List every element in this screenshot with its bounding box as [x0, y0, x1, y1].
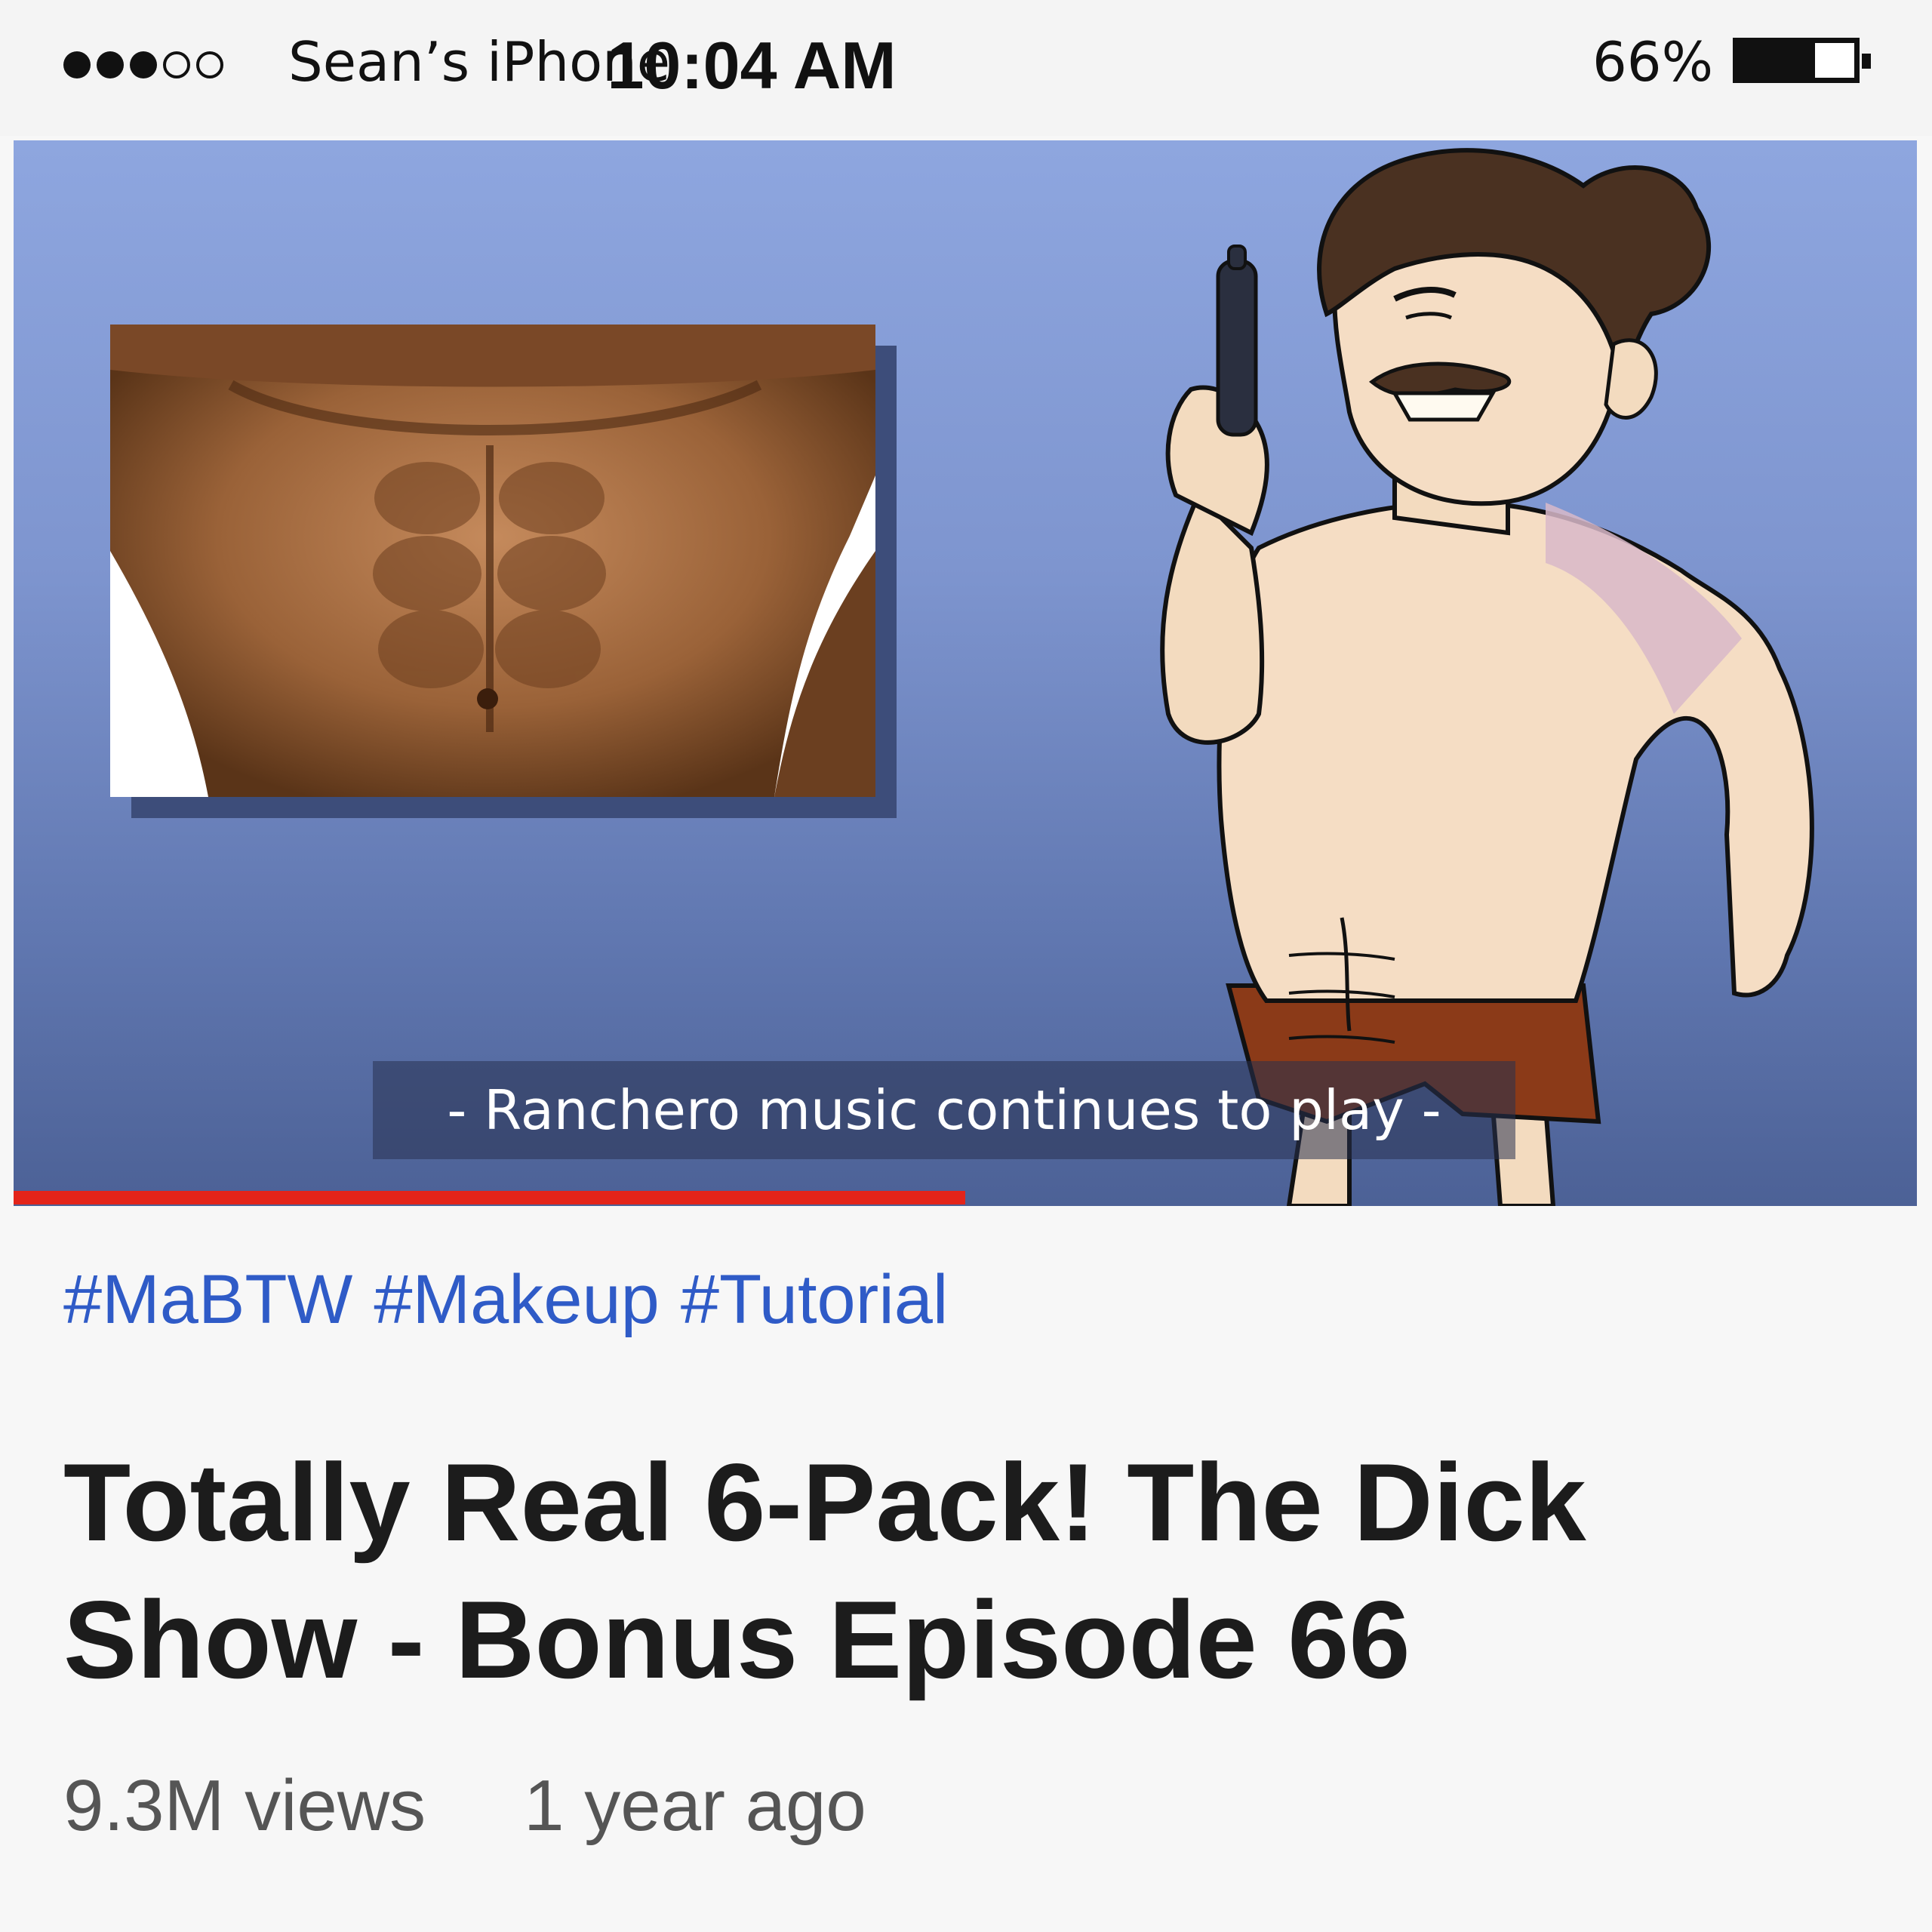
view-count: 9.3M views — [63, 1765, 426, 1846]
cartoon-character-illustration — [1160, 148, 1814, 1206]
video-progress-fill — [14, 1191, 965, 1204]
battery-percentage: 66% — [1592, 30, 1713, 94]
hashtag-list: #MaBTW #Makeup #Tutorial — [63, 1260, 948, 1340]
video-meta: 9.3M views 1 year ago — [63, 1764, 866, 1847]
hashtag-mabtw[interactable]: #MaBTW — [63, 1260, 352, 1340]
video-progress-bar[interactable] — [14, 1191, 1917, 1204]
video-caption: - Ranchero music continues to play - — [373, 1061, 1515, 1159]
hashtag-tutorial[interactable]: #Tutorial — [681, 1260, 949, 1340]
battery-level — [1738, 43, 1815, 78]
abs-photo-inset — [110, 325, 875, 797]
video-title: Totally Real 6-Pack! The Dick Show - Bon… — [63, 1441, 1586, 1701]
status-bar: Sean’s iPhone 10:04 AM 66% — [0, 0, 1932, 136]
hashtag-makeup[interactable]: #Makeup — [374, 1260, 659, 1340]
battery-icon — [1733, 38, 1871, 83]
upload-age: 1 year ago — [524, 1765, 866, 1846]
battery-tip — [1862, 54, 1871, 69]
video-player[interactable]: - Ranchero music continues to play - — [14, 140, 1917, 1206]
status-time: 10:04 AM — [607, 28, 897, 103]
abs-photo — [110, 325, 875, 797]
